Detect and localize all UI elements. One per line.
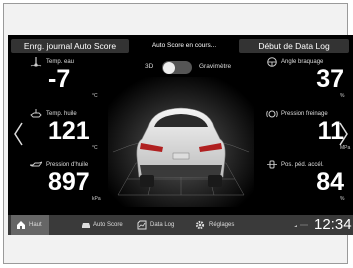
nav-datalog[interactable]: Data Log <box>137 215 192 235</box>
nav-autoscore-label: Auto Score <box>93 222 123 228</box>
toggle-label-gravimeter: Gravimètre <box>199 63 232 70</box>
top-bar: Enrg. journal Auto Score Auto Score en c… <box>8 35 353 55</box>
clock: 12:34 <box>314 216 352 233</box>
nav-home[interactable]: Haut <box>11 215 49 235</box>
view-toggle-switch[interactable] <box>162 61 192 74</box>
gauge-value: -7 <box>48 65 71 93</box>
home-icon <box>17 221 25 229</box>
gauge-water-temp: Temp. eau -7 °C <box>8 57 118 109</box>
nav-autoscore[interactable]: Auto Score <box>81 215 136 235</box>
toggle-knob <box>163 61 175 74</box>
start-data-log-button[interactable]: Début de Data Log <box>239 39 349 53</box>
coolant-temp-icon <box>30 57 42 67</box>
gauge-value: 121 <box>48 117 90 145</box>
nav-settings[interactable]: Réglages <box>194 215 254 235</box>
bottom-nav: Haut Auto Score Data Log Réglages 12:34 <box>8 215 353 235</box>
nav-datalog-label: Data Log <box>150 222 175 228</box>
gauge-value: 84 <box>316 168 344 196</box>
gauge-unit: °C <box>92 145 98 151</box>
gauge-value: 11 <box>317 117 344 145</box>
nav-home-label: Haut <box>29 222 42 228</box>
toggle-label-3d: 3D <box>145 63 154 70</box>
gauge-steering-angle: Angle braquage 37 % <box>258 57 353 109</box>
gauge-brake-pressure: Pression freinage 11 MPa <box>258 110 353 161</box>
oil-pressure-icon <box>30 161 42 167</box>
gauge-unit: % <box>340 196 345 202</box>
auto-score-log-button[interactable]: Enrg. journal Auto Score <box>11 39 129 53</box>
display-screen: Enrg. journal Auto Score Auto Score en c… <box>8 35 353 235</box>
data-log-icon <box>137 220 147 230</box>
oil-temp-icon <box>30 109 42 118</box>
gauge-unit: % <box>340 93 345 99</box>
gear-icon <box>195 220 205 230</box>
car-icon <box>82 223 90 228</box>
gauge-value: 37 <box>316 65 344 93</box>
gauge-accel-pedal: Pos. péd. accél. 84 % <box>258 160 353 212</box>
gauge-unit: kPa <box>92 196 101 202</box>
car-3d-view <box>108 77 254 207</box>
gauge-oil-temp: Temp. huile 121 °C <box>8 109 118 161</box>
gauge-oil-pressure: Pression d'huile 897 kPa <box>8 161 118 212</box>
auto-score-status: Auto Score en cours... <box>151 42 217 49</box>
nav-settings-label: Réglages <box>209 222 235 228</box>
gauge-value: 897 <box>48 168 90 196</box>
gauge-unit: MPa <box>340 145 351 151</box>
gauge-unit: °C <box>92 93 98 99</box>
signal-icon <box>294 224 308 227</box>
